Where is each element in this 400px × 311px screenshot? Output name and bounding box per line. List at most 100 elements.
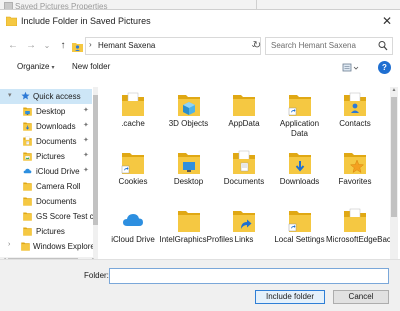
chevron-right-icon[interactable]: › [8,241,10,248]
sidebar-item[interactable]: Pictures ✦ [0,149,92,164]
icloud-icon [123,214,143,226]
file-item[interactable]: Downloads [271,147,329,203]
sidebar-item[interactable]: ▾ Quick access [0,89,92,104]
organize-button[interactable]: Organize ▾ [17,62,54,71]
sidebar-item-label: Desktop [36,107,66,116]
sidebar-item[interactable]: Desktop ✦ [0,104,92,119]
file-list: .cache 3D Objects AppData Application Data C… [100,87,390,267]
folder-input[interactable] [109,268,389,284]
sidebar-item-label: iCloud Drive [36,167,80,176]
scrollbar-thumb[interactable] [93,95,98,225]
file-item-label: 3D Objects [168,119,209,128]
file-item[interactable]: Contacts [326,89,384,145]
folder-icon [177,211,200,232]
organize-label: Organize [17,62,50,71]
user-folder-icon [72,43,83,52]
sidebar-item[interactable]: Documents ✦ [0,134,92,149]
cancel-button[interactable]: Cancel [333,290,389,304]
file-item-label: Favorites [338,177,372,186]
pin-icon: ✦ [83,137,89,144]
scrollbar-thumb[interactable] [391,97,397,217]
folder-shortcut-icon [288,211,311,232]
scroll-up-arrow[interactable]: ▲ [390,87,398,93]
file-item[interactable]: Local Settings [271,205,329,261]
dialog-footer: Folder: Include folder Cancel [0,259,400,311]
file-item[interactable]: 3D Objects [160,89,218,145]
back-button[interactable]: ← [6,38,20,54]
navigation-pane-scrollbar[interactable] [93,87,98,267]
sidebar-item-label: Pictures [36,152,65,161]
sidebar-item[interactable]: iCloud Drive ✦ [0,164,92,179]
address-bar[interactable]: › Hemant Saxena ⌄ [85,37,261,55]
sidebar-item[interactable]: Camera Roll [0,179,92,194]
chevron-down-icon: ▾ [51,65,55,71]
file-item-label: Cookies [118,177,148,186]
help-button[interactable]: ? [378,61,391,74]
file-item[interactable]: Favorites [326,147,384,203]
breadcrumb-separator: › [89,40,92,49]
breadcrumb-current[interactable]: Hemant Saxena [98,41,155,50]
folder-shortcut-icon [288,95,311,116]
navigation-pane: ▾ Quick access Desktop ✦ Downloads ✦ Documents… [0,87,97,267]
include-folder-dialog: Include Folder in Saved Pictures ✕ ← → ⌄… [0,9,400,311]
file-item[interactable]: Documents [215,147,273,203]
change-view-icon[interactable] [342,62,360,74]
search-icon[interactable] [378,40,388,52]
3d-objects-icon [177,95,200,116]
folder-icon [21,242,30,251]
pin-icon: ✦ [83,167,89,174]
file-item-label: Application Data [279,119,320,138]
sidebar-item[interactable]: Downloads ✦ [0,119,92,134]
file-item-label: Links [234,235,254,244]
refresh-button[interactable]: ↻ [251,38,263,54]
star-icon [21,91,30,100]
file-item[interactable]: iCloud Drive [104,205,162,261]
folder-doc-icon [344,208,366,232]
command-toolbar: Organize ▾ New folder ? [0,58,400,78]
folder-doc-icon [122,92,144,116]
pin-icon: ✦ [83,107,89,114]
sidebar-item-label: Camera Roll [36,182,81,191]
file-item[interactable]: Application Data [271,89,329,145]
links-icon [233,211,255,232]
file-item[interactable]: Desktop [160,147,218,203]
desktop-folder-icon [177,153,200,174]
sidebar-item-label: Quick access [33,92,81,101]
sidebar-item-label: Downloads [36,122,76,131]
sidebar-item[interactable]: › Windows Explorer [0,239,97,254]
folder-icon [23,182,32,191]
close-button[interactable]: ✕ [379,13,395,29]
icloud-icon [23,168,32,174]
sidebar-item-label: Windows Explorer [33,242,97,251]
file-item[interactable]: AppData [215,89,273,145]
documents-icon [233,150,255,174]
dialog-title: Include Folder in Saved Pictures [21,16,151,26]
file-item[interactable]: Links [215,205,273,261]
file-item-label: iCloud Drive [111,235,155,244]
chevron-down-icon[interactable]: ▾ [8,91,12,99]
sidebar-item-label: Documents [36,197,77,206]
file-list-scrollbar[interactable]: ▲ ▼ [390,87,398,267]
search-box[interactable]: Search Hemant Saxena [265,37,393,55]
file-item-label: IntelGraphicsProfiles [159,235,234,244]
file-item[interactable]: .cache [104,89,162,145]
downloads-icon [288,153,311,174]
recent-locations-button[interactable]: ⌄ [40,38,54,54]
sidebar-item[interactable]: GS Score Test co [0,209,97,224]
documents-icon [23,136,32,146]
sidebar-item[interactable]: Pictures [0,224,92,239]
pin-icon: ✦ [83,152,89,159]
include-folder-button[interactable]: Include folder [255,290,325,304]
forward-button[interactable]: → [24,38,38,54]
new-folder-button[interactable]: New folder [72,62,110,71]
sidebar-item[interactable]: Documents [0,194,92,209]
favorites-icon [344,153,366,174]
search-input[interactable]: Search Hemant Saxena [271,41,356,50]
file-item[interactable]: IntelGraphicsProfiles [159,205,234,261]
up-button[interactable]: ↑ [56,38,70,54]
file-item-label: Documents [223,177,265,186]
file-item[interactable]: Cookies [104,147,162,203]
file-item[interactable]: MicrosoftEdgeBackups [326,205,390,261]
file-item-label: .cache [121,119,145,128]
sidebar-item-label: Pictures [36,227,65,236]
